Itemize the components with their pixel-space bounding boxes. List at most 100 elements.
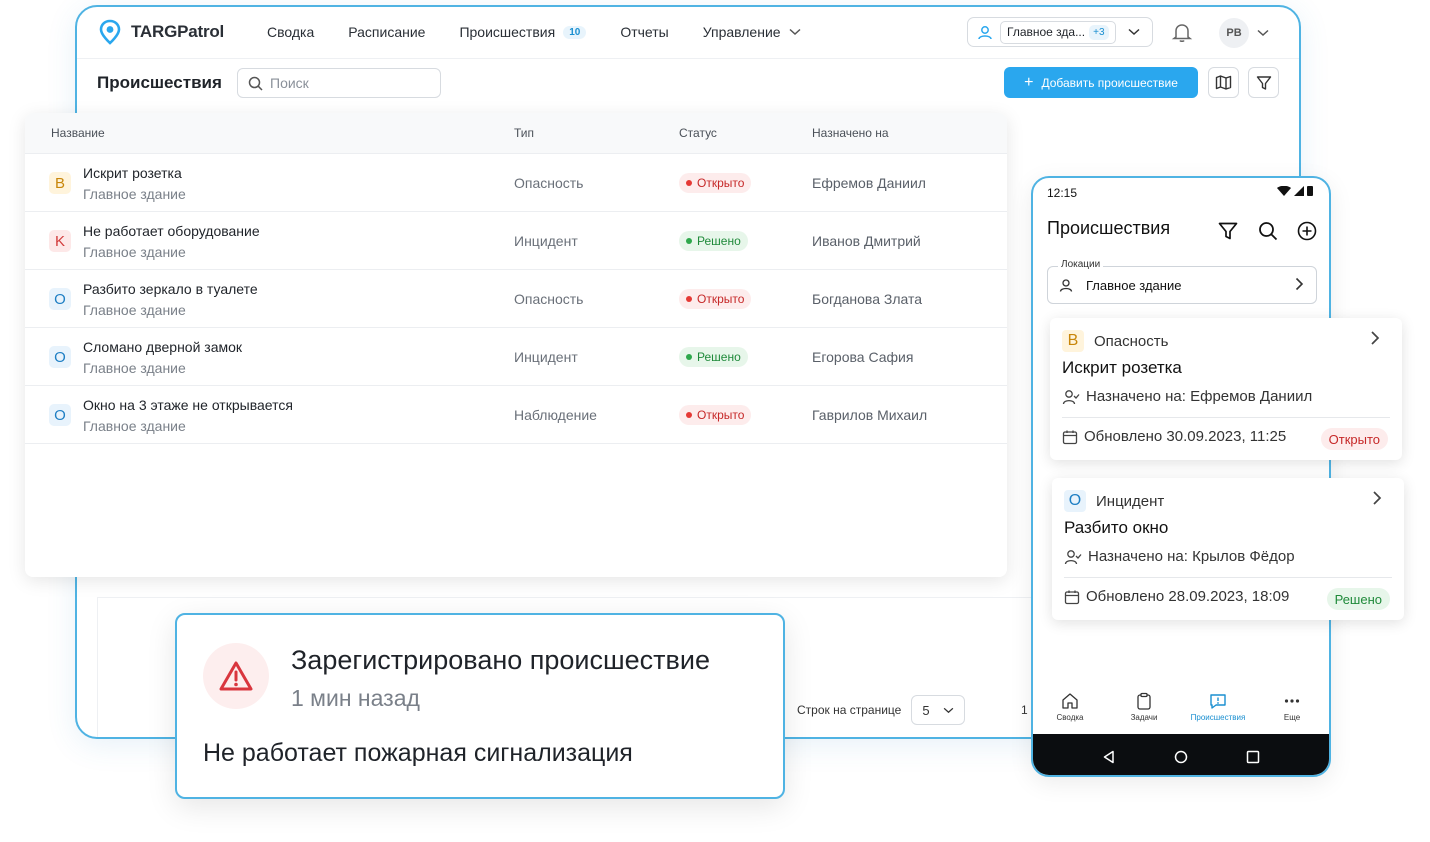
incident-type: Опасность: [514, 291, 584, 307]
incident-assignee: Иванов Дмитрий: [812, 233, 921, 249]
card-assignee-text: Назначено на: Ефремов Даниил: [1086, 388, 1313, 405]
mobile-nav-incidents[interactable]: Происшествия: [1183, 686, 1253, 734]
search-box[interactable]: [237, 68, 441, 98]
incident-title: Окно на 3 этаже не открывается: [83, 397, 293, 413]
table-row[interactable]: B Искрит розетка Главное здание Опасност…: [25, 154, 1007, 212]
nav-item-summary[interactable]: Сводка: [267, 24, 314, 40]
chevron-down-icon: [789, 28, 801, 36]
card-divider: [1064, 577, 1392, 578]
status-dot: [686, 412, 692, 418]
nav-item-reports[interactable]: Отчеты: [620, 24, 668, 40]
location-chip-label: Главное зда...: [1007, 25, 1086, 39]
mobile-app-phone: 12:15 Происшествия Локации Главное здани…: [1031, 176, 1331, 777]
table-row[interactable]: K Не работает оборудование Главное здани…: [25, 212, 1007, 270]
status-badge: Открыто: [1320, 428, 1388, 450]
location-more-count: +3: [1089, 24, 1109, 40]
battery-icon: [1307, 186, 1313, 196]
mobile-incident-card[interactable]: B Опасность Искрит розетка Назначено на:…: [1050, 318, 1402, 460]
mobile-nav-summary[interactable]: Сводка: [1035, 686, 1105, 734]
status-badge: Решено: [679, 347, 748, 367]
filter-button[interactable]: [1248, 67, 1279, 98]
rows-per-page-select[interactable]: 5: [911, 695, 966, 725]
nav-label: Управление: [702, 24, 781, 40]
card-header: B Опасность: [1062, 330, 1168, 352]
rows-per-page-label: Строк на странице: [797, 703, 902, 717]
incident-location: Главное здание: [83, 302, 186, 318]
brand-logo[interactable]: TARGPatrol: [97, 19, 224, 45]
phone-status-icons: [1277, 186, 1313, 196]
mobile-nav-tasks[interactable]: Задачи: [1109, 686, 1179, 734]
nav-item-schedule[interactable]: Расписание: [348, 24, 425, 40]
home-circle-icon[interactable]: [1174, 750, 1188, 764]
top-navigation-bar: TARGPatrol Сводка Расписание Происшестви…: [77, 7, 1299, 59]
card-updated: Обновлено 28.09.2023, 18:09: [1064, 588, 1289, 605]
search-input[interactable]: [270, 75, 420, 91]
severity-badge: K: [49, 230, 71, 252]
incident-location: Главное здание: [83, 418, 186, 434]
column-header-type[interactable]: Тип: [514, 126, 534, 140]
mobile-bottom-nav: Сводка Задачи Происшествия Еще: [1033, 686, 1329, 734]
status-dot: [686, 296, 692, 302]
nav-item-incidents[interactable]: Происшествия 10: [459, 24, 587, 40]
card-assignee-text: Назначено на: Крылов Фёдор: [1088, 548, 1295, 565]
column-header-status[interactable]: Статус: [679, 126, 717, 140]
incident-assignee: Ефремов Даниил: [812, 175, 926, 191]
nav-label: Расписание: [348, 24, 426, 40]
incident-notification[interactable]: Зарегистрировано происшествие 1 мин наза…: [175, 613, 785, 799]
user-check-icon: [1064, 549, 1082, 564]
rows-per-page-value: 5: [922, 702, 930, 718]
mobile-location-select[interactable]: Локации Главное здание: [1047, 259, 1317, 304]
mobile-nav-label: Происшествия: [1190, 713, 1246, 722]
page-title: Происшествия: [97, 73, 222, 92]
signal-icon: [1294, 186, 1304, 196]
incidents-table: Название Тип Статус Назначено на B Искри…: [25, 113, 1007, 577]
calendar-icon: [1062, 430, 1078, 444]
bell-icon[interactable]: [1171, 21, 1193, 43]
add-circle-icon[interactable]: [1296, 220, 1318, 242]
warning-triangle-icon: [219, 661, 253, 691]
status-badge: Открыто: [679, 405, 752, 425]
card-type: Опасность: [1094, 332, 1169, 350]
location-selector[interactable]: Главное зда... +3: [967, 17, 1153, 47]
notification-title: Зарегистрировано происшествие: [291, 645, 710, 675]
column-header-name[interactable]: Название: [51, 126, 105, 140]
incident-title: Искрит розетка: [83, 165, 182, 181]
add-incident-label: Добавить происшествие: [1041, 75, 1178, 90]
card-updated-text: Обновлено 30.09.2023, 11:25: [1084, 428, 1287, 445]
user-avatar[interactable]: PB: [1219, 18, 1249, 48]
status-label: Решено: [697, 234, 741, 248]
filter-icon[interactable]: [1217, 220, 1239, 242]
table-row[interactable]: O Окно на 3 этаже не открывается Главное…: [25, 386, 1007, 444]
incident-assignee: Егорова Сафия: [812, 349, 914, 365]
column-header-assignee[interactable]: Назначено на: [812, 126, 889, 140]
nav-item-management[interactable]: Управление: [703, 24, 801, 40]
mobile-incident-card[interactable]: O Инцидент Разбито окно Назначено на: Кр…: [1052, 478, 1404, 620]
brand-name: TARGPatrol: [131, 22, 225, 41]
severity-badge: O: [49, 404, 71, 426]
back-icon[interactable]: [1102, 750, 1116, 764]
notification-time: 1 мин назад: [291, 685, 420, 711]
map-view-button[interactable]: [1208, 67, 1239, 98]
warning-icon-circle: [203, 643, 269, 709]
chevron-down-icon[interactable]: [1257, 29, 1269, 37]
plus-icon: +: [1024, 73, 1034, 91]
severity-badge: B: [49, 172, 71, 194]
status-label: Открыто: [697, 408, 745, 422]
recents-square-icon[interactable]: [1246, 750, 1260, 764]
calendar-icon: [1064, 590, 1080, 604]
phone-status-time: 12:15: [1047, 186, 1078, 200]
card-divider: [1062, 417, 1390, 418]
status-badge: Открыто: [679, 173, 752, 193]
add-incident-button[interactable]: + Добавить происшествие: [1004, 67, 1198, 98]
search-icon[interactable]: [1257, 220, 1279, 242]
mobile-nav-more[interactable]: Еще: [1257, 686, 1327, 734]
location-field-label: Локации: [1058, 259, 1104, 270]
table-row[interactable]: O Сломано дверной замок Главное здание И…: [25, 328, 1007, 386]
nav-label: Сводка: [267, 24, 315, 40]
location-pin-logo-icon: [99, 19, 121, 45]
incident-type: Наблюдение: [514, 407, 597, 423]
nav-label: Происшествия: [459, 24, 556, 40]
search-icon: [248, 76, 263, 91]
card-updated-text: Обновлено 28.09.2023, 18:09: [1086, 588, 1290, 605]
table-row[interactable]: O Разбито зеркало в туалете Главное здан…: [25, 270, 1007, 328]
